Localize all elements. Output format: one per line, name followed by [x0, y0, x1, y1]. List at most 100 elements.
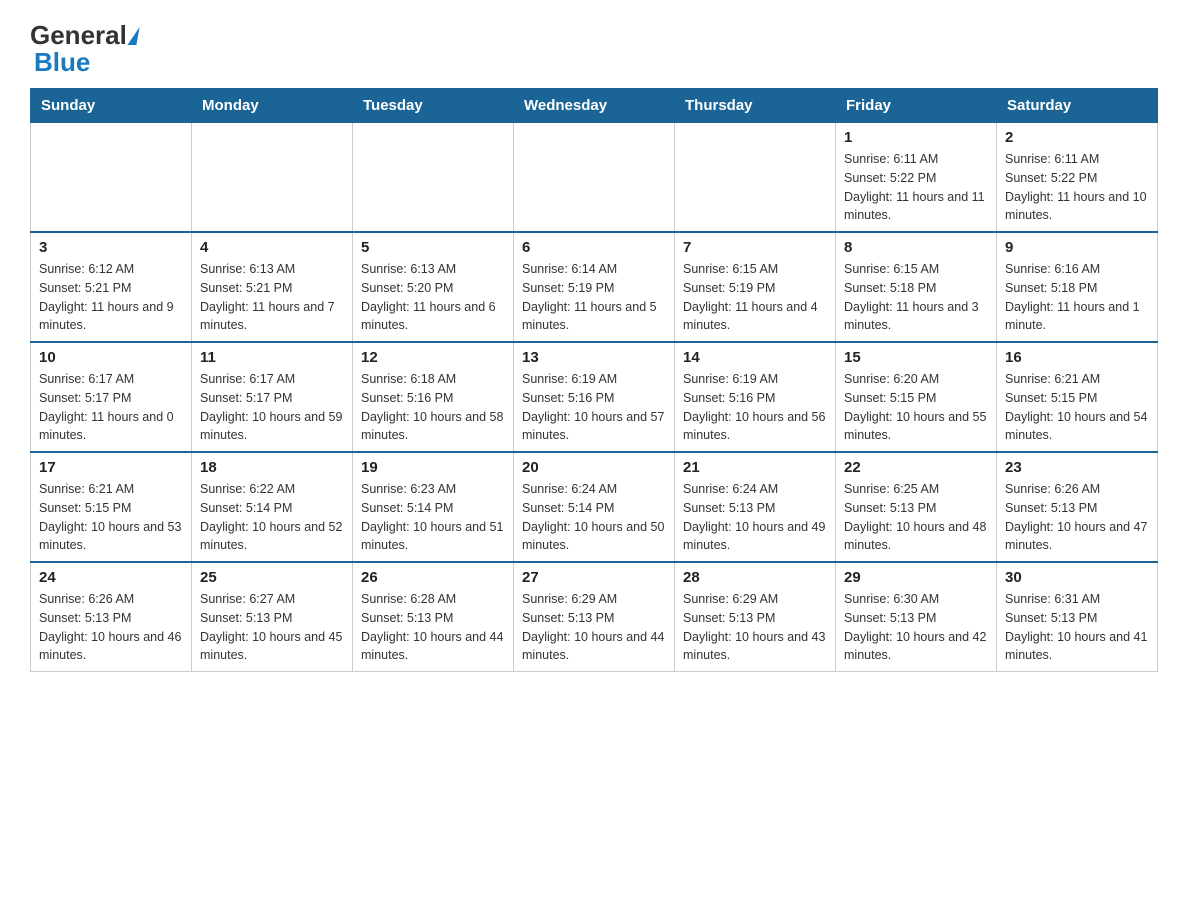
day-number: 6	[522, 239, 666, 256]
calendar-cell: 30 Sunrise: 6:31 AMSunset: 5:13 PMDayligh…	[997, 562, 1158, 672]
day-number: 21	[683, 459, 827, 476]
page-header: General Blue	[30, 20, 1158, 78]
calendar-week-4: 17 Sunrise: 6:21 AMSunset: 5:15 PMDayligh…	[31, 452, 1158, 562]
weekday-header-friday: Friday	[836, 89, 997, 123]
day-number: 8	[844, 239, 988, 256]
day-number: 1	[844, 129, 988, 146]
weekday-header-thursday: Thursday	[675, 89, 836, 123]
day-info: Sunrise: 6:21 AMSunset: 5:15 PMDaylight:…	[39, 480, 183, 555]
calendar-table: SundayMondayTuesdayWednesdayThursdayFrid…	[30, 88, 1158, 672]
day-number: 22	[844, 459, 988, 476]
logo-triangle-icon	[127, 27, 139, 45]
calendar-cell: 12Sunrise: 6:18 AMSunset: 5:16 PMDayligh…	[353, 342, 514, 452]
weekday-header-sunday: Sunday	[31, 89, 192, 123]
day-number: 19	[361, 459, 505, 476]
calendar-cell: 19 Sunrise: 6:23 AMSunset: 5:14 PMDayligh…	[353, 452, 514, 562]
day-info: Sunrise: 6:26 AMSunset: 5:13 PMDaylight:…	[1005, 480, 1149, 555]
day-number: 27	[522, 569, 666, 586]
calendar-cell: 26Sunrise: 6:28 AMSunset: 5:13 PMDayligh…	[353, 562, 514, 672]
calendar-cell: 29 Sunrise: 6:30 AMSunset: 5:13 PMDayligh…	[836, 562, 997, 672]
day-number: 9	[1005, 239, 1149, 256]
calendar-cell: 4 Sunrise: 6:13 AMSunset: 5:21 PMDaylight…	[192, 232, 353, 342]
day-info: Sunrise: 6:29 AMSunset: 5:13 PMDaylight:…	[683, 590, 827, 665]
calendar-cell: 2Sunrise: 6:11 AMSunset: 5:22 PMDaylight…	[997, 123, 1158, 233]
calendar-cell: 3 Sunrise: 6:12 AMSunset: 5:21 PMDaylight…	[31, 232, 192, 342]
calendar-cell: 16 Sunrise: 6:21 AMSunset: 5:15 PMDayligh…	[997, 342, 1158, 452]
day-info: Sunrise: 6:17 AMSunset: 5:17 PMDaylight:…	[39, 370, 183, 445]
day-info: Sunrise: 6:11 AMSunset: 5:22 PMDaylight:…	[844, 150, 988, 225]
day-number: 29	[844, 569, 988, 586]
calendar-cell: 28Sunrise: 6:29 AMSunset: 5:13 PMDayligh…	[675, 562, 836, 672]
calendar-cell: 13Sunrise: 6:19 AMSunset: 5:16 PMDayligh…	[514, 342, 675, 452]
day-info: Sunrise: 6:17 AMSunset: 5:17 PMDaylight:…	[200, 370, 344, 445]
day-info: Sunrise: 6:23 AMSunset: 5:14 PMDaylight:…	[361, 480, 505, 555]
day-number: 23	[1005, 459, 1149, 476]
day-info: Sunrise: 6:16 AMSunset: 5:18 PMDaylight:…	[1005, 260, 1149, 335]
calendar-week-5: 24 Sunrise: 6:26 AMSunset: 5:13 PMDayligh…	[31, 562, 1158, 672]
calendar-cell: 8 Sunrise: 6:15 AMSunset: 5:18 PMDaylight…	[836, 232, 997, 342]
day-info: Sunrise: 6:21 AMSunset: 5:15 PMDaylight:…	[1005, 370, 1149, 445]
day-info: Sunrise: 6:11 AMSunset: 5:22 PMDaylight:…	[1005, 150, 1149, 225]
day-number: 10	[39, 349, 183, 366]
day-info: Sunrise: 6:22 AMSunset: 5:14 PMDaylight:…	[200, 480, 344, 555]
day-info: Sunrise: 6:25 AMSunset: 5:13 PMDaylight:…	[844, 480, 988, 555]
day-info: Sunrise: 6:12 AMSunset: 5:21 PMDaylight:…	[39, 260, 183, 335]
day-info: Sunrise: 6:26 AMSunset: 5:13 PMDaylight:…	[39, 590, 183, 665]
day-number: 7	[683, 239, 827, 256]
calendar-cell: 7Sunrise: 6:15 AMSunset: 5:19 PMDaylight…	[675, 232, 836, 342]
day-info: Sunrise: 6:13 AMSunset: 5:20 PMDaylight:…	[361, 260, 505, 335]
day-number: 3	[39, 239, 183, 256]
day-info: Sunrise: 6:19 AMSunset: 5:16 PMDaylight:…	[683, 370, 827, 445]
calendar-week-2: 3 Sunrise: 6:12 AMSunset: 5:21 PMDaylight…	[31, 232, 1158, 342]
day-number: 15	[844, 349, 988, 366]
day-info: Sunrise: 6:15 AMSunset: 5:18 PMDaylight:…	[844, 260, 988, 335]
calendar-cell: 27 Sunrise: 6:29 AMSunset: 5:13 PMDayligh…	[514, 562, 675, 672]
day-info: Sunrise: 6:13 AMSunset: 5:21 PMDaylight:…	[200, 260, 344, 335]
logo-blue-text: Blue	[34, 47, 90, 78]
calendar-cell: 10 Sunrise: 6:17 AMSunset: 5:17 PMDayligh…	[31, 342, 192, 452]
day-number: 18	[200, 459, 344, 476]
calendar-cell	[514, 123, 675, 233]
calendar-cell: 25 Sunrise: 6:27 AMSunset: 5:13 PMDayligh…	[192, 562, 353, 672]
calendar-cell: 5 Sunrise: 6:13 AMSunset: 5:20 PMDaylight…	[353, 232, 514, 342]
day-number: 4	[200, 239, 344, 256]
day-number: 16	[1005, 349, 1149, 366]
day-info: Sunrise: 6:14 AMSunset: 5:19 PMDaylight:…	[522, 260, 666, 335]
weekday-header-monday: Monday	[192, 89, 353, 123]
day-info: Sunrise: 6:20 AMSunset: 5:15 PMDaylight:…	[844, 370, 988, 445]
calendar-cell: 17 Sunrise: 6:21 AMSunset: 5:15 PMDayligh…	[31, 452, 192, 562]
day-number: 14	[683, 349, 827, 366]
calendar-cell	[353, 123, 514, 233]
logo: General Blue	[30, 20, 138, 78]
calendar-cell: 22 Sunrise: 6:25 AMSunset: 5:13 PMDayligh…	[836, 452, 997, 562]
calendar-cell	[192, 123, 353, 233]
calendar-cell: 20Sunrise: 6:24 AMSunset: 5:14 PMDayligh…	[514, 452, 675, 562]
day-number: 5	[361, 239, 505, 256]
day-info: Sunrise: 6:30 AMSunset: 5:13 PMDaylight:…	[844, 590, 988, 665]
day-info: Sunrise: 6:19 AMSunset: 5:16 PMDaylight:…	[522, 370, 666, 445]
day-number: 20	[522, 459, 666, 476]
calendar-cell: 23 Sunrise: 6:26 AMSunset: 5:13 PMDayligh…	[997, 452, 1158, 562]
day-info: Sunrise: 6:18 AMSunset: 5:16 PMDaylight:…	[361, 370, 505, 445]
day-info: Sunrise: 6:31 AMSunset: 5:13 PMDaylight:…	[1005, 590, 1149, 665]
day-info: Sunrise: 6:29 AMSunset: 5:13 PMDaylight:…	[522, 590, 666, 665]
day-number: 11	[200, 349, 344, 366]
calendar-cell: 21 Sunrise: 6:24 AMSunset: 5:13 PMDayligh…	[675, 452, 836, 562]
weekday-header-saturday: Saturday	[997, 89, 1158, 123]
calendar-cell: 24 Sunrise: 6:26 AMSunset: 5:13 PMDayligh…	[31, 562, 192, 672]
day-number: 25	[200, 569, 344, 586]
day-info: Sunrise: 6:24 AMSunset: 5:13 PMDaylight:…	[683, 480, 827, 555]
weekday-header-tuesday: Tuesday	[353, 89, 514, 123]
weekday-header-row: SundayMondayTuesdayWednesdayThursdayFrid…	[31, 89, 1158, 123]
calendar-cell	[31, 123, 192, 233]
day-number: 30	[1005, 569, 1149, 586]
day-info: Sunrise: 6:27 AMSunset: 5:13 PMDaylight:…	[200, 590, 344, 665]
calendar-week-1: 1 Sunrise: 6:11 AMSunset: 5:22 PMDaylight…	[31, 123, 1158, 233]
calendar-cell: 15 Sunrise: 6:20 AMSunset: 5:15 PMDayligh…	[836, 342, 997, 452]
day-info: Sunrise: 6:28 AMSunset: 5:13 PMDaylight:…	[361, 590, 505, 665]
weekday-header-wednesday: Wednesday	[514, 89, 675, 123]
calendar-cell: 1 Sunrise: 6:11 AMSunset: 5:22 PMDaylight…	[836, 123, 997, 233]
calendar-cell: 18 Sunrise: 6:22 AMSunset: 5:14 PMDayligh…	[192, 452, 353, 562]
day-number: 17	[39, 459, 183, 476]
day-number: 24	[39, 569, 183, 586]
